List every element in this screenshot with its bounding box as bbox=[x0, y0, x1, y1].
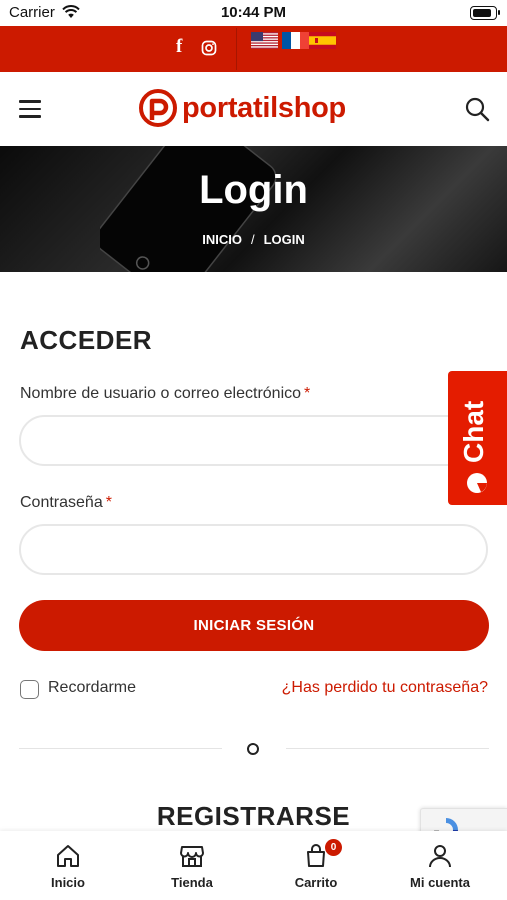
logo-mark-icon bbox=[139, 89, 177, 127]
breadcrumb: INICIO / LOGIN bbox=[0, 232, 507, 247]
instagram-icon[interactable] bbox=[201, 40, 217, 56]
store-icon bbox=[180, 846, 204, 867]
remember-label[interactable]: Recordarme bbox=[48, 679, 136, 697]
clock: 10:44 PM bbox=[220, 4, 287, 21]
nav-label-inicio: Inicio bbox=[51, 875, 85, 890]
cart-count-badge: 0 bbox=[325, 839, 342, 856]
flag-es-icon[interactable] bbox=[309, 32, 336, 49]
facebook-icon[interactable]: f bbox=[176, 36, 182, 58]
chat-label: Chat bbox=[458, 400, 489, 463]
nav-label-mi-cuenta: Mi cuenta bbox=[410, 875, 470, 890]
bottom-nav: Inicio Tienda 0 Carrito Mi cuenta bbox=[0, 831, 507, 900]
required-mark: * bbox=[105, 494, 112, 511]
nav-item-inicio[interactable]: Inicio bbox=[5, 831, 131, 900]
password-label: Contraseña * bbox=[20, 494, 112, 512]
nav-item-tienda[interactable]: Tienda bbox=[129, 831, 255, 900]
password-input[interactable] bbox=[19, 524, 488, 575]
login-button[interactable]: INICIAR SESIÓN bbox=[19, 600, 489, 651]
page-title: Login bbox=[199, 168, 308, 212]
top-bar: f bbox=[0, 26, 507, 72]
divider-line bbox=[286, 748, 489, 749]
nav-label-carrito: Carrito bbox=[294, 875, 338, 890]
breadcrumb-current: LOGIN bbox=[263, 232, 305, 247]
page-hero: Login INICIO / LOGIN bbox=[0, 146, 507, 272]
username-label-text: Nombre de usuario o correo electrónico bbox=[20, 385, 302, 402]
lost-password-link[interactable]: ¿Has perdido tu contraseña? bbox=[282, 679, 488, 697]
brand-name: portatilshop bbox=[182, 91, 346, 124]
required-mark: * bbox=[304, 385, 311, 402]
status-bar: Carrier 10:44 PM bbox=[0, 0, 507, 26]
login-title: ACCEDER bbox=[20, 325, 153, 355]
top-bar-divider bbox=[236, 28, 237, 70]
search-icon[interactable] bbox=[464, 96, 490, 122]
breadcrumb-separator: / bbox=[250, 232, 255, 247]
username-input[interactable] bbox=[19, 415, 488, 466]
flag-us-icon[interactable] bbox=[251, 32, 278, 49]
breadcrumb-home[interactable]: INICIO bbox=[202, 232, 242, 247]
hamburger-icon[interactable] bbox=[19, 100, 41, 118]
brand-logo[interactable]: portatilshop bbox=[139, 88, 346, 128]
nav-item-mi-cuenta[interactable]: Mi cuenta bbox=[377, 831, 503, 900]
home-icon bbox=[57, 845, 79, 867]
username-label: Nombre de usuario o correo electrónico * bbox=[20, 385, 310, 403]
battery-level bbox=[472, 8, 492, 17]
battery-icon bbox=[470, 6, 500, 20]
divider-line bbox=[19, 748, 222, 749]
remember-checkbox[interactable] bbox=[20, 680, 39, 699]
chat-button[interactable]: Chat bbox=[448, 371, 507, 505]
chat-bubble-icon bbox=[467, 473, 487, 493]
divider-circle bbox=[247, 743, 259, 755]
nav-label-tienda: Tienda bbox=[171, 875, 213, 890]
nav-item-carrito[interactable]: 0 Carrito bbox=[253, 831, 379, 900]
site-header: portatilshop bbox=[0, 72, 507, 146]
flag-fr-icon[interactable] bbox=[282, 32, 309, 49]
user-icon bbox=[429, 845, 451, 868]
password-label-text: Contraseña bbox=[20, 494, 103, 511]
